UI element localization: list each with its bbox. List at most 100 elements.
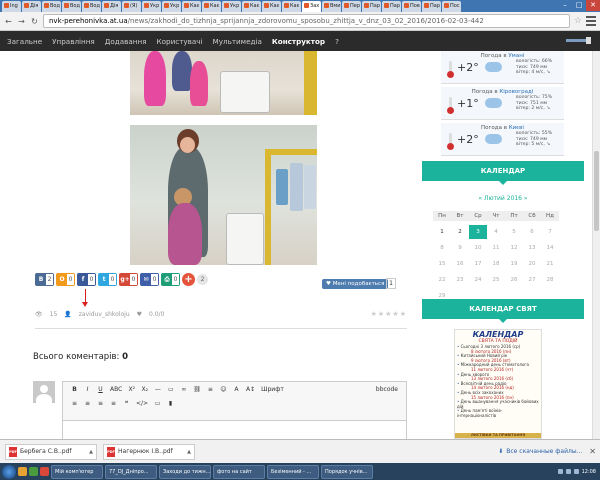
show-all-downloads[interactable]: ⬇ Все скачанные файлы... ✕	[498, 447, 596, 456]
browser-tab[interactable]: Пар	[362, 1, 381, 12]
reload-icon[interactable]: ↻	[30, 17, 39, 26]
calendar-day[interactable]: 14	[541, 245, 559, 251]
holiday-item[interactable]: День пам'яті воїнів-інтернаціоналістів	[455, 409, 541, 418]
browser-tab[interactable]: Зах	[302, 1, 321, 12]
calendar-day[interactable]: 27	[523, 277, 541, 283]
news-photo-1[interactable]	[130, 51, 317, 115]
media-icon[interactable]	[29, 467, 38, 476]
start-button[interactable]	[2, 464, 16, 479]
admin-nav-item[interactable]: Додавання	[105, 37, 147, 46]
editor-tool-button[interactable]: ≡	[207, 386, 214, 393]
editor-tool-button[interactable]: ☺	[220, 386, 227, 393]
browser-tab[interactable]: Дія	[102, 1, 121, 12]
calendar-day[interactable]: 2	[451, 229, 469, 235]
calendar-day[interactable]: 22	[433, 277, 451, 283]
share-button[interactable]: f0	[77, 273, 96, 286]
news-photo-2[interactable]	[130, 125, 317, 265]
editor-tool-button[interactable]: ⛓	[193, 386, 201, 393]
chrome-icon[interactable]	[40, 467, 49, 476]
calendar-day[interactable]: 26	[505, 277, 523, 283]
calendar-day[interactable]: 23	[451, 277, 469, 283]
editor-tool-button[interactable]: ≡	[71, 400, 78, 407]
calendar-day[interactable]: 25	[487, 277, 505, 283]
editor-tool-button[interactable]: ABC	[110, 386, 122, 393]
browser-tab[interactable]: Вми	[322, 1, 341, 12]
editor-tool-button[interactable]: B	[71, 386, 78, 393]
browser-tab[interactable]: Укр	[162, 1, 181, 12]
browser-tab[interactable]: Дія	[22, 1, 41, 12]
browser-tab[interactable]: Кає	[262, 1, 281, 12]
author-link[interactable]: zaviduv_shkoloju	[79, 311, 130, 318]
editor-tool-button[interactable]: ❝	[123, 400, 130, 407]
editor-tool-button[interactable]: —	[154, 386, 161, 393]
editor-tool-button[interactable]: U	[97, 386, 104, 393]
editor-tool-button[interactable]: ∞	[180, 386, 187, 393]
url-input[interactable]: nvk-perehonivka.at.ua/news/zakhodi_do_ti…	[43, 14, 570, 28]
calendar-day[interactable]: 28	[541, 277, 559, 283]
editor-tool-button[interactable]: ≡	[110, 400, 117, 407]
like-button[interactable]: ♥ Мені подобається	[322, 279, 389, 289]
share-button[interactable]: ⎙ 0	[161, 273, 180, 286]
calendar-day[interactable]: 12	[505, 245, 523, 251]
calendar-day[interactable]: 24	[469, 277, 487, 283]
browser-tab[interactable]: Пос	[442, 1, 461, 12]
editor-tool-button[interactable]: X₂	[141, 386, 149, 393]
holidays-widget[interactable]: КАЛЕНДАР СВЯТА ТА ПОДІЙ Сьогодні 3 лютог…	[454, 329, 542, 439]
calendar-day[interactable]: 10	[469, 245, 487, 251]
holidays-footer[interactable]: ЛИСТІВКИ ТА ПРИВІТАННЯ	[455, 433, 541, 438]
taskbar-window-button[interactable]: Безіменний - ...	[267, 464, 319, 479]
share-button[interactable]: О0	[56, 273, 75, 286]
taskbar-window-button[interactable]: фото на сайт	[213, 464, 265, 479]
browser-tab[interactable]: Укр	[222, 1, 241, 12]
admin-nav-item[interactable]: Користувачі	[157, 37, 203, 46]
admin-nav-item[interactable]: ?	[335, 37, 339, 46]
browser-tab[interactable]: Ing	[2, 1, 21, 12]
chevron-up-icon[interactable]: ▲	[187, 449, 191, 455]
browser-tab[interactable]: Вод	[82, 1, 101, 12]
bookmark-star-icon[interactable]: ☆	[574, 16, 582, 26]
browser-menu-icon[interactable]	[586, 16, 596, 26]
close-icon[interactable]: ✕	[589, 447, 596, 456]
calendar-day[interactable]: 18	[487, 261, 505, 267]
taskbar-window-button[interactable]: Порядок учнів...	[321, 464, 373, 479]
calendar-day[interactable]: 6	[523, 229, 541, 235]
tray-icon[interactable]	[573, 469, 579, 474]
calendar-day[interactable]: 8	[433, 245, 451, 251]
admin-nav-item[interactable]: Мультимедіа	[213, 37, 262, 46]
admin-nav-item[interactable]: Конструктор	[272, 37, 325, 46]
calendar-day[interactable]: 17	[469, 261, 487, 267]
editor-tool-button[interactable]: ≡	[84, 400, 91, 407]
maximize-icon[interactable]: □	[572, 0, 586, 11]
calendar-day[interactable]: 7	[541, 229, 559, 235]
editor-tool-button[interactable]: A↕	[246, 386, 255, 393]
editor-tool-button[interactable]: I	[84, 386, 91, 393]
browser-tab[interactable]: Кає	[242, 1, 261, 12]
editor-tool-button[interactable]: A	[233, 386, 240, 393]
admin-nav-item[interactable]: Загальне	[7, 37, 42, 46]
back-icon[interactable]: ←	[4, 17, 13, 26]
minimize-icon[interactable]: –	[558, 0, 572, 11]
editor-tool-button[interactable]: ▭	[154, 400, 161, 407]
share-button[interactable]: ✉ 0	[140, 273, 159, 286]
share-button[interactable]: В2	[35, 273, 54, 286]
taskbar-window-button[interactable]: Мій комп'ютер	[51, 464, 103, 479]
browser-tab[interactable]: Кає	[202, 1, 221, 12]
taskbar-window-button[interactable]: Заходи до тижн...	[159, 464, 211, 479]
editor-tool-button[interactable]: ▭	[167, 386, 174, 393]
zoom-slider[interactable]	[566, 37, 591, 44]
share-button[interactable]: t0	[98, 273, 117, 286]
calendar-day[interactable]: 9	[451, 245, 469, 251]
admin-nav-item[interactable]: Управління	[52, 37, 95, 46]
folder-icon[interactable]	[18, 467, 27, 476]
calendar-day[interactable]: 4	[487, 229, 505, 235]
browser-tab[interactable]: Укр	[142, 1, 161, 12]
browser-tab[interactable]: Пов	[402, 1, 421, 12]
forward-icon[interactable]: →	[17, 17, 26, 26]
tray-icon[interactable]	[557, 469, 563, 474]
calendar-day[interactable]: 20	[523, 261, 541, 267]
browser-tab[interactable]: Пер	[342, 1, 361, 12]
editor-tool-button[interactable]: X²	[128, 386, 136, 393]
calendar-day[interactable]: 3	[469, 225, 487, 239]
share-more-button[interactable]: +	[182, 273, 195, 286]
share-button[interactable]: g+ 0	[119, 273, 138, 286]
